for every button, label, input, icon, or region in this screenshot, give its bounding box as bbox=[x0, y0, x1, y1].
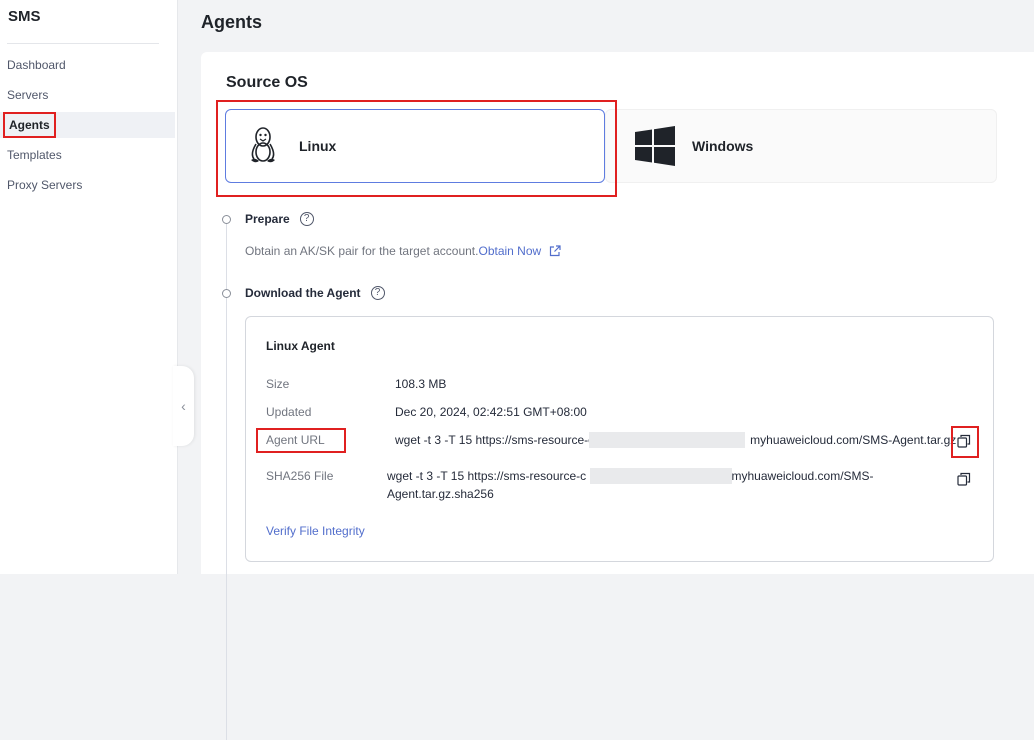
step-download: Download the Agent ? bbox=[245, 286, 385, 300]
step-prepare-desc: Obtain an AK/SK pair for the target acco… bbox=[245, 244, 561, 260]
main-card: Source OS Linux Windows Prepare ? Obtain… bbox=[201, 52, 1034, 740]
sidebar: SMS Dashboard Servers Agents Templates P… bbox=[0, 0, 178, 574]
step-prepare: Prepare ? bbox=[245, 212, 314, 226]
timeline-dot bbox=[222, 289, 231, 298]
step-download-title: Download the Agent bbox=[245, 286, 361, 300]
verify-file-integrity-link[interactable]: Verify File Integrity bbox=[266, 524, 365, 538]
timeline-line bbox=[226, 220, 227, 740]
timeline-dot bbox=[222, 215, 231, 224]
chevron-left-icon: ‹ bbox=[181, 398, 186, 414]
size-value: 108.3 MB bbox=[395, 377, 447, 391]
sidebar-item-dashboard[interactable]: Dashboard bbox=[0, 52, 175, 78]
sha256-prefix: wget -t 3 -T 15 https://sms-resource-c bbox=[387, 469, 587, 483]
copy-icon[interactable] bbox=[957, 472, 973, 488]
agent-url-prefix: wget -t 3 -T 15 https://sms-resource-c bbox=[395, 433, 595, 447]
external-link-icon[interactable] bbox=[549, 245, 561, 260]
sidebar-divider bbox=[7, 43, 159, 44]
step-prepare-text: Obtain an AK/SK pair for the target acco… bbox=[245, 244, 479, 258]
sidebar-item-proxy-servers[interactable]: Proxy Servers bbox=[0, 172, 175, 198]
os-option-linux[interactable]: Linux bbox=[225, 109, 605, 183]
size-label: Size bbox=[266, 377, 290, 391]
updated-value: Dec 20, 2024, 02:42:51 GMT+08:00 bbox=[395, 405, 587, 419]
copy-icon[interactable] bbox=[957, 434, 973, 450]
agent-url-suffix: myhuaweicloud.com/SMS-Agent.tar.gz bbox=[750, 433, 957, 447]
obtain-now-link[interactable]: Obtain Now bbox=[478, 244, 541, 258]
sidebar-item-agents[interactable]: Agents bbox=[0, 112, 175, 138]
sha256-suffix: .myhuaweicloud.com/SMS- bbox=[728, 469, 874, 483]
source-os-title: Source OS bbox=[226, 74, 308, 91]
linux-tux-icon bbox=[246, 126, 282, 166]
help-icon[interactable]: ? bbox=[299, 212, 314, 226]
os-option-windows[interactable]: Windows bbox=[605, 109, 997, 183]
sidebar-item-label: Servers bbox=[7, 88, 49, 102]
step-prepare-title: Prepare bbox=[245, 212, 290, 226]
sidebar-item-label: Dashboard bbox=[7, 58, 66, 72]
sha256-line2: Agent.tar.gz.sha256 bbox=[387, 487, 494, 501]
windows-logo-icon bbox=[634, 126, 676, 166]
sidebar-item-label: Agents bbox=[3, 112, 56, 138]
agent-title: Linux Agent bbox=[266, 339, 335, 353]
sidebar-item-servers[interactable]: Servers bbox=[0, 82, 175, 108]
sha256-label: SHA256 File bbox=[266, 469, 334, 483]
sidebar-item-label: Proxy Servers bbox=[7, 178, 83, 192]
sidebar-collapse-button[interactable]: ‹ bbox=[173, 366, 194, 446]
updated-label: Updated bbox=[266, 405, 312, 419]
redacted-area bbox=[590, 468, 732, 484]
os-option-label: Linux bbox=[299, 138, 337, 154]
help-icon[interactable]: ? bbox=[370, 286, 385, 300]
agent-info-panel: Linux Agent Size 108.3 MB Updated Dec 20… bbox=[245, 316, 994, 562]
os-option-label: Windows bbox=[692, 138, 754, 154]
sidebar-item-templates[interactable]: Templates bbox=[0, 142, 175, 168]
agent-url-label: Agent URL bbox=[266, 433, 325, 447]
sidebar-brand: SMS bbox=[8, 8, 41, 25]
page-title: Agents bbox=[201, 12, 263, 32]
sidebar-item-label: Templates bbox=[7, 148, 62, 162]
redacted-area bbox=[589, 432, 745, 448]
